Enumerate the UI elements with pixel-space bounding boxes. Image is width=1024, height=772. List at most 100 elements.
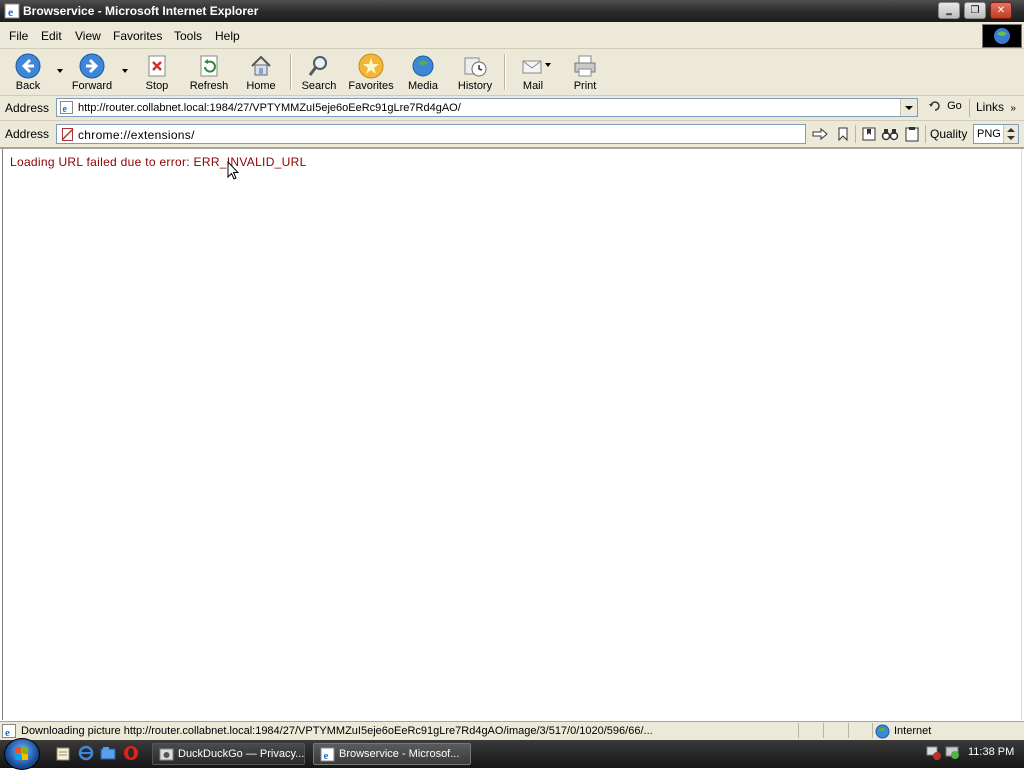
svg-text:e: e: [8, 5, 14, 19]
spinner-arrows-icon[interactable]: [1003, 125, 1018, 143]
history-label: History: [457, 80, 493, 92]
browservice-toolbar: Address chrome://extensions/ Quality PNG: [0, 121, 1024, 149]
standard-toolbar: Back Forward Stop Refresh Home Search Fa…: [0, 49, 1024, 96]
svg-text:e: e: [63, 104, 68, 114]
toolbar-separator: [290, 54, 292, 90]
home-label: Home: [246, 80, 276, 92]
close-button[interactable]: ✕: [990, 2, 1012, 19]
quicklaunch-ie-icon[interactable]: [78, 745, 94, 761]
status-text: Downloading picture http://router.collab…: [21, 725, 653, 737]
taskbar-item-label: Browservice - Microsof...: [339, 748, 460, 760]
status-pane: [848, 723, 873, 738]
search-label: Search: [301, 80, 337, 92]
links-separator: [969, 99, 970, 117]
language-bar-icon[interactable]: [925, 744, 943, 762]
stop-icon: [148, 55, 166, 77]
find-binoculars-icon[interactable]: [881, 126, 899, 142]
menu-edit[interactable]: Edit: [41, 29, 62, 43]
browservice-address-field[interactable]: chrome://extensions/: [56, 124, 806, 144]
ie-page-icon: e: [4, 3, 20, 19]
forward-button[interactable]: Forward: [67, 51, 117, 93]
stop-button[interactable]: Stop: [140, 51, 174, 93]
start-button[interactable]: [4, 738, 40, 770]
bookmark-icon[interactable]: [834, 126, 852, 142]
clipboard-icon[interactable]: [903, 126, 921, 142]
quicklaunch-notepad-icon[interactable]: [55, 745, 71, 761]
system-tray: [925, 744, 965, 764]
status-pane: [798, 723, 823, 738]
media-label: Media: [408, 80, 438, 92]
home-icon: [251, 55, 271, 76]
plugin-separator: [855, 125, 856, 143]
printer-icon: [574, 55, 596, 77]
windows-logo-icon: [982, 24, 1022, 48]
mail-envelope-icon: [522, 60, 542, 74]
back-dropdown-icon[interactable]: [57, 69, 63, 73]
media-button[interactable]: Media: [405, 51, 441, 93]
menu-favorites[interactable]: Favorites: [113, 29, 162, 43]
ie-window-icon: e: [320, 747, 335, 762]
zone-label: Internet: [894, 725, 932, 737]
bookmarks-list-icon[interactable]: [860, 126, 878, 142]
quality-spinner[interactable]: PNG: [973, 124, 1019, 144]
home-button[interactable]: Home: [244, 51, 278, 93]
svg-text:e: e: [5, 727, 10, 738]
taskbar-item-browservice[interactable]: e Browservice - Microsof...: [313, 743, 471, 765]
page-content[interactable]: Loading URL failed due to error: ERR_INV…: [2, 149, 1022, 720]
svg-text:e: e: [324, 750, 329, 762]
history-button[interactable]: History: [455, 51, 495, 93]
back-label: Back: [15, 80, 41, 92]
windows-flag-icon: [15, 747, 28, 760]
address-dropdown-icon[interactable]: [900, 99, 917, 116]
address-url[interactable]: http://router.collabnet.local:1984/27/VP…: [78, 102, 461, 114]
forward-dropdown-icon[interactable]: [122, 69, 128, 73]
menu-file[interactable]: File: [9, 29, 28, 43]
page-status-icon: e: [2, 724, 16, 738]
go-label: Go: [947, 100, 962, 112]
refresh-button[interactable]: Refresh: [187, 51, 231, 93]
search-icon: [308, 56, 327, 76]
address-field[interactable]: e http://router.collabnet.local:1984/27/…: [56, 98, 918, 117]
go-button[interactable]: Go: [928, 100, 962, 112]
print-label: Print: [573, 80, 597, 92]
mail-label: Mail: [522, 80, 544, 92]
menu-view[interactable]: View: [75, 29, 101, 43]
refresh-label: Refresh: [189, 80, 229, 92]
browservice-address-label: Address: [5, 127, 50, 141]
navigate-arrow-icon[interactable]: [811, 126, 829, 142]
quicklaunch-explorer-icon[interactable]: [100, 745, 116, 761]
menu-help[interactable]: Help: [215, 29, 240, 43]
quicklaunch-opera-icon[interactable]: [123, 745, 139, 761]
menu-tools[interactable]: Tools: [174, 29, 202, 43]
stop-label: Stop: [145, 80, 169, 92]
forward-label: Forward: [71, 80, 113, 92]
address-bar: Address e http://router.collabnet.local:…: [0, 96, 1024, 121]
window-title: Browservice - Microsoft Internet Explore…: [23, 4, 259, 18]
favorites-label: Favorites: [348, 80, 394, 92]
mail-button[interactable]: Mail: [517, 51, 549, 93]
mail-dropdown-icon[interactable]: [545, 63, 551, 67]
network-icon[interactable]: [944, 744, 962, 762]
restore-button[interactable]: ❐: [964, 2, 986, 19]
browservice-url[interactable]: chrome://extensions/: [78, 128, 195, 142]
links-button[interactable]: Links »: [976, 100, 1016, 114]
print-button[interactable]: Print: [568, 51, 602, 93]
favorites-star-icon: [358, 53, 384, 79]
clock[interactable]: 11:38 PM: [968, 746, 1014, 758]
taskbar-item-duckduckgo[interactable]: DuckDuckGo — Privacy...: [152, 743, 305, 765]
search-button[interactable]: Search: [299, 51, 339, 93]
page-icon: e: [60, 101, 73, 114]
browser-window-icon: [159, 748, 174, 761]
back-arrow-icon: [15, 53, 41, 79]
plugin-separator: [925, 125, 926, 143]
quality-value[interactable]: PNG: [977, 128, 1001, 140]
back-button[interactable]: Back: [8, 51, 48, 93]
favorites-button[interactable]: Favorites: [346, 51, 396, 93]
minimize-button[interactable]: ‗: [938, 2, 960, 19]
toolbar-separator: [504, 54, 506, 90]
go-arrow-icon: [929, 101, 940, 111]
media-globe-icon: [412, 55, 434, 77]
taskbar: DuckDuckGo — Privacy... e Browservice - …: [0, 738, 1024, 770]
status-bar: e Downloading picture http://router.coll…: [0, 721, 1024, 740]
status-pane: [823, 723, 848, 738]
